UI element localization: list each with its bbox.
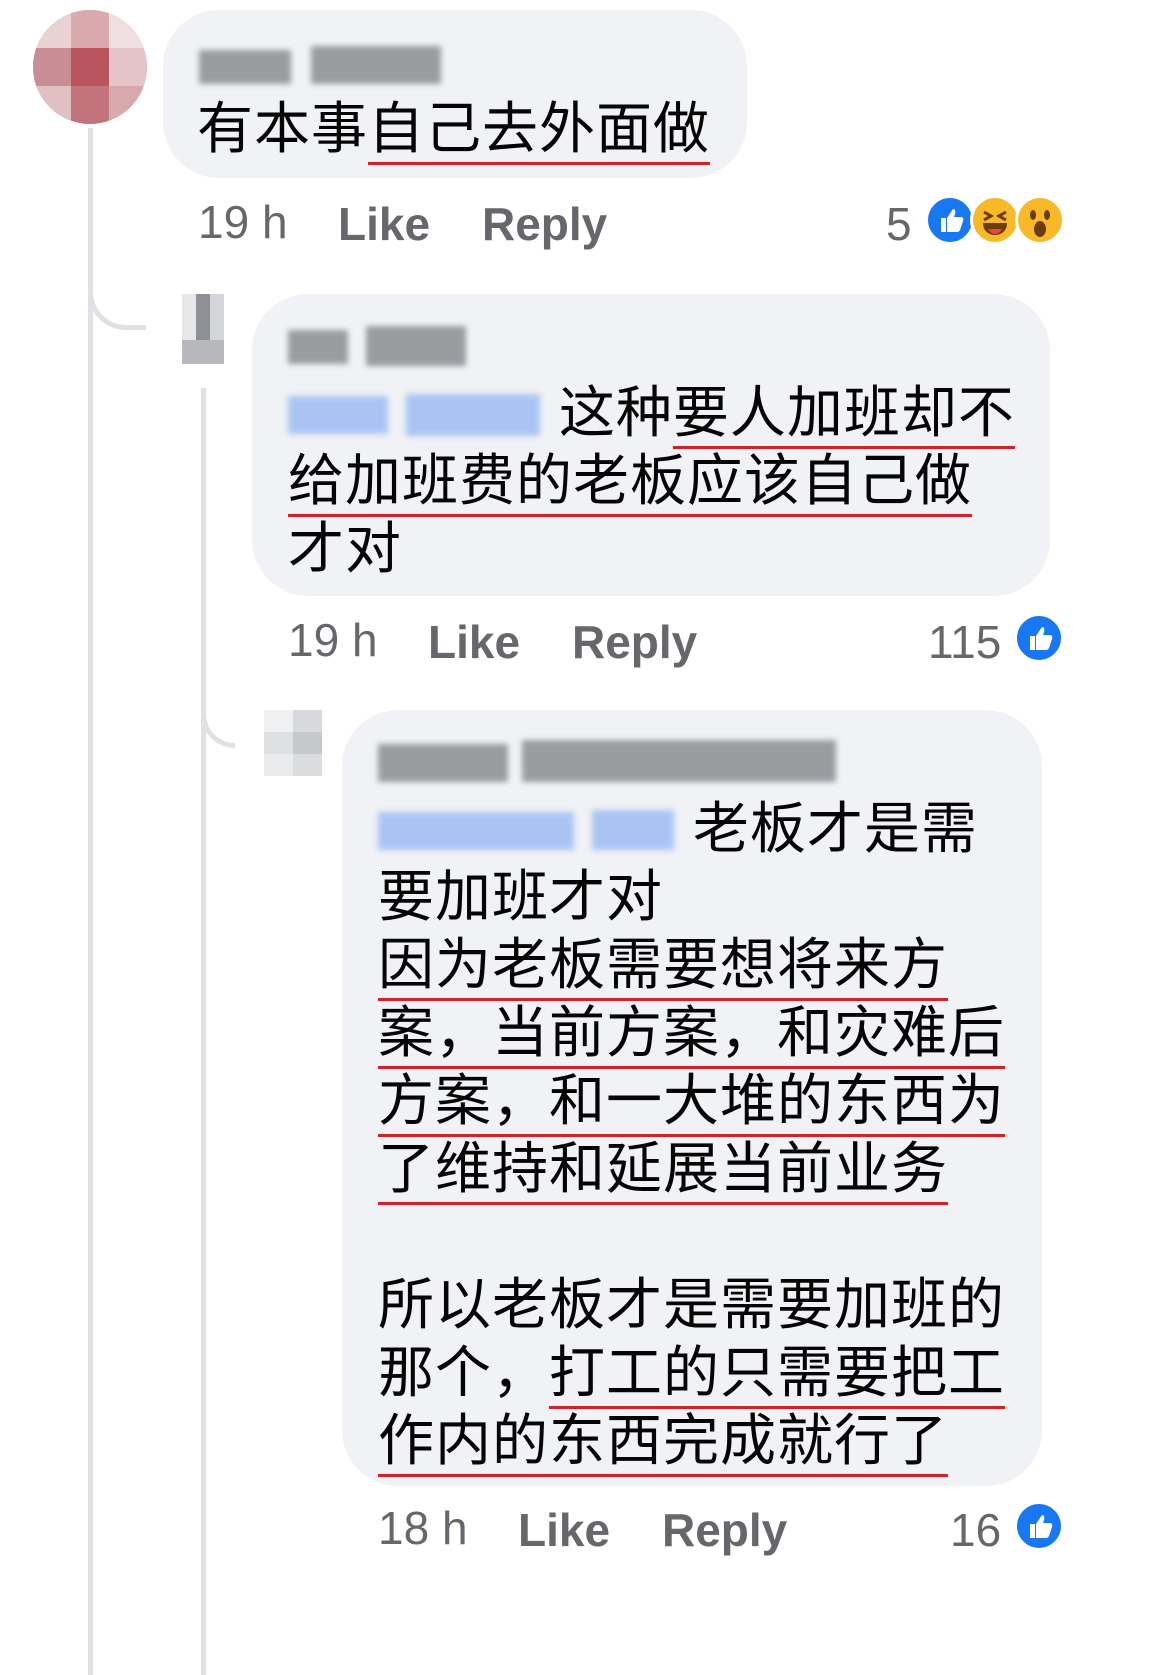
thread-line-reply bbox=[201, 388, 206, 1675]
comment-text-segment: 打工的只需要把工 bbox=[549, 1341, 1005, 1409]
reaction-count: 5 bbox=[886, 198, 912, 250]
comment-text-segment: 给加班费的老板应该自己做 bbox=[288, 449, 972, 517]
comment-timestamp[interactable]: 19 h bbox=[198, 196, 288, 248]
comment-text: 有本事自己去外面做 bbox=[197, 96, 710, 165]
comment-text-segment: 因为老板需要想将来方 bbox=[378, 933, 948, 1001]
like-reaction-icon bbox=[1014, 613, 1064, 663]
comment-text: 这种要人加班却不 给加班费的老板应该自己做 才对 bbox=[288, 380, 1015, 584]
comment-text-segment: 那个， bbox=[378, 1341, 549, 1406]
comment-text-segment: 了维持和延展当前业务 bbox=[378, 1137, 948, 1205]
like-button[interactable]: Like bbox=[518, 1504, 610, 1556]
comment-author[interactable] bbox=[378, 740, 836, 782]
comment-text-segment: 老板才是需 bbox=[692, 797, 978, 862]
haha-reaction-icon bbox=[970, 195, 1020, 245]
like-reaction-icon bbox=[925, 195, 975, 245]
comment-text-segment: 作内的东西完成就行了 bbox=[378, 1409, 948, 1477]
thread-connector-1 bbox=[88, 250, 146, 330]
like-reaction-icon bbox=[1014, 1501, 1064, 1551]
reaction-count: 115 bbox=[928, 616, 1002, 668]
comment-bubble: 有本事自己去外面做 bbox=[163, 10, 747, 178]
comment-text: 老板才是需 要加班才对 因为老板需要想将来方 案，当前方案，和灾难后 方案，和一… bbox=[378, 796, 1005, 1477]
comment-author[interactable] bbox=[199, 44, 441, 86]
comment-timestamp[interactable]: 18 h bbox=[378, 1502, 468, 1554]
avatar[interactable] bbox=[264, 710, 322, 776]
comment-text-segment: 有本事 bbox=[197, 97, 368, 162]
mention-tag[interactable] bbox=[378, 808, 674, 852]
comment-text-segment: 要加班才对 bbox=[378, 865, 663, 930]
like-button[interactable]: Like bbox=[338, 198, 430, 250]
comment-text-segment: 所以老板才是需要加班的 bbox=[378, 1273, 1005, 1338]
comment-timestamp[interactable]: 19 h bbox=[288, 614, 378, 666]
avatar[interactable] bbox=[182, 294, 224, 364]
reply-button[interactable]: Reply bbox=[662, 1504, 787, 1556]
reply-button[interactable]: Reply bbox=[482, 198, 607, 250]
comment-bubble: 这种要人加班却不 给加班费的老板应该自己做 才对 bbox=[252, 294, 1050, 596]
comment-text-segment: 案，当前方案，和灾难后 bbox=[378, 1001, 1005, 1069]
comment-text-segment: 要人加班却不 bbox=[672, 381, 1015, 449]
thread-line-main bbox=[88, 128, 93, 1675]
comment-text-segment: 方案，和一大堆的东西为 bbox=[378, 1069, 1005, 1137]
wow-reaction-icon bbox=[1015, 195, 1065, 245]
mention-tag[interactable] bbox=[288, 392, 540, 436]
comment-author[interactable] bbox=[288, 324, 466, 366]
avatar[interactable] bbox=[33, 10, 147, 124]
reaction-count: 16 bbox=[950, 1504, 1002, 1556]
thread-connector-2 bbox=[201, 680, 235, 748]
comment-text-segment: 自己去外面做 bbox=[368, 97, 710, 165]
comment-text-segment: 才对 bbox=[288, 517, 402, 582]
comment-bubble: 老板才是需 要加班才对 因为老板需要想将来方 案，当前方案，和灾难后 方案，和一… bbox=[342, 710, 1042, 1486]
like-button[interactable]: Like bbox=[428, 616, 520, 668]
comment-text-segment: 这种 bbox=[558, 381, 673, 446]
reply-button[interactable]: Reply bbox=[572, 616, 697, 668]
